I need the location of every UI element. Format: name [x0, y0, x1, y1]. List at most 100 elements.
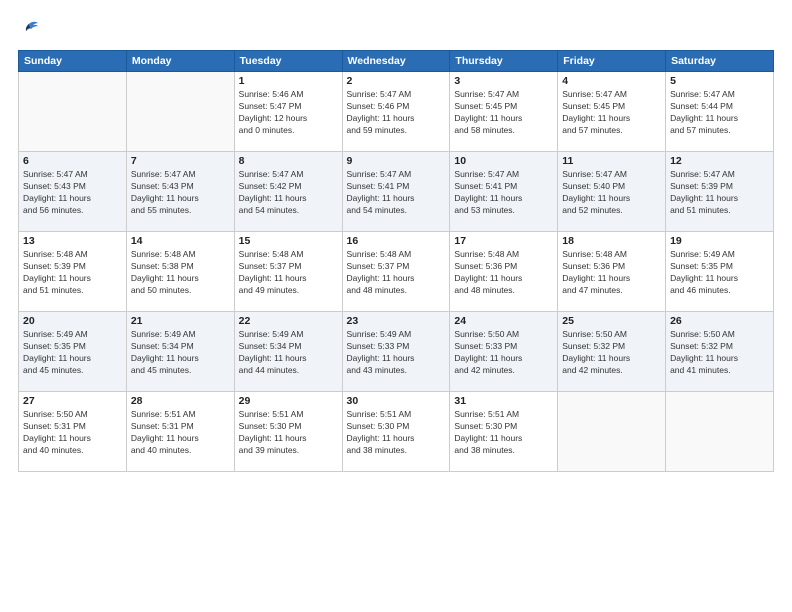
day-number: 18 [562, 235, 661, 247]
calendar-cell: 20 Sunrise: 5:49 AM Sunset: 5:35 PM Dayli… [19, 312, 127, 392]
day-info: Sunrise: 5:48 AM Sunset: 5:37 PM Dayligh… [347, 249, 446, 297]
calendar-cell: 1 Sunrise: 5:46 AM Sunset: 5:47 PM Daylig… [234, 72, 342, 152]
day-number: 4 [562, 75, 661, 87]
header [18, 18, 774, 40]
calendar-cell: 11 Sunrise: 5:47 AM Sunset: 5:40 PM Dayli… [558, 152, 666, 232]
weekday-header: Thursday [450, 51, 558, 72]
calendar-cell: 14 Sunrise: 5:48 AM Sunset: 5:38 PM Dayli… [126, 232, 234, 312]
calendar-cell: 2Sunrise: 5:47 AM Sunset: 5:46 PM Daylig… [342, 72, 450, 152]
day-number: 14 [131, 235, 230, 247]
day-number: 23 [347, 315, 446, 327]
day-number: 21 [131, 315, 230, 327]
day-info: Sunrise: 5:49 AM Sunset: 5:33 PM Dayligh… [347, 329, 446, 377]
calendar-cell: 18 Sunrise: 5:48 AM Sunset: 5:36 PM Dayli… [558, 232, 666, 312]
day-info: Sunrise: 5:49 AM Sunset: 5:34 PM Dayligh… [131, 329, 230, 377]
day-info: Sunrise: 5:50 AM Sunset: 5:31 PM Dayligh… [23, 409, 122, 457]
day-info: Sunrise: 5:48 AM Sunset: 5:37 PM Dayligh… [239, 249, 338, 297]
day-number: 2 [347, 75, 446, 87]
day-info: Sunrise: 5:51 AM Sunset: 5:30 PM Dayligh… [454, 409, 553, 457]
calendar-cell: 26 Sunrise: 5:50 AM Sunset: 5:32 PM Dayli… [666, 312, 774, 392]
calendar-header-row: SundayMondayTuesdayWednesdayThursdayFrid… [19, 51, 774, 72]
page: SundayMondayTuesdayWednesdayThursdayFrid… [0, 0, 792, 612]
calendar-cell: 16 Sunrise: 5:48 AM Sunset: 5:37 PM Dayli… [342, 232, 450, 312]
day-number: 22 [239, 315, 338, 327]
day-info: Sunrise: 5:49 AM Sunset: 5:34 PM Dayligh… [239, 329, 338, 377]
day-number: 16 [347, 235, 446, 247]
calendar-cell: 13 Sunrise: 5:48 AM Sunset: 5:39 PM Dayli… [19, 232, 127, 312]
weekday-header: Wednesday [342, 51, 450, 72]
calendar-cell: 30Sunrise: 5:51 AM Sunset: 5:30 PM Dayli… [342, 392, 450, 472]
day-info: Sunrise: 5:48 AM Sunset: 5:36 PM Dayligh… [454, 249, 553, 297]
day-info: Sunrise: 5:48 AM Sunset: 5:38 PM Dayligh… [131, 249, 230, 297]
day-info: Sunrise: 5:50 AM Sunset: 5:32 PM Dayligh… [670, 329, 769, 377]
weekday-header: Monday [126, 51, 234, 72]
weekday-header: Sunday [19, 51, 127, 72]
day-number: 11 [562, 155, 661, 167]
calendar-cell [666, 392, 774, 472]
calendar-week-row: 27 Sunrise: 5:50 AM Sunset: 5:31 PM Dayli… [19, 392, 774, 472]
weekday-header: Saturday [666, 51, 774, 72]
day-number: 20 [23, 315, 122, 327]
calendar-cell: 29 Sunrise: 5:51 AM Sunset: 5:30 PM Dayli… [234, 392, 342, 472]
day-info: Sunrise: 5:51 AM Sunset: 5:30 PM Dayligh… [239, 409, 338, 457]
day-number: 26 [670, 315, 769, 327]
day-info: Sunrise: 5:49 AM Sunset: 5:35 PM Dayligh… [23, 329, 122, 377]
calendar: SundayMondayTuesdayWednesdayThursdayFrid… [18, 50, 774, 472]
day-number: 29 [239, 395, 338, 407]
day-info: Sunrise: 5:49 AM Sunset: 5:35 PM Dayligh… [670, 249, 769, 297]
calendar-cell: 27 Sunrise: 5:50 AM Sunset: 5:31 PM Dayli… [19, 392, 127, 472]
day-info: Sunrise: 5:46 AM Sunset: 5:47 PM Dayligh… [239, 89, 338, 137]
day-number: 9 [347, 155, 446, 167]
calendar-cell: 8 Sunrise: 5:47 AM Sunset: 5:42 PM Daylig… [234, 152, 342, 232]
day-number: 25 [562, 315, 661, 327]
calendar-cell: 9 Sunrise: 5:47 AM Sunset: 5:41 PM Daylig… [342, 152, 450, 232]
day-info: Sunrise: 5:47 AM Sunset: 5:41 PM Dayligh… [347, 169, 446, 217]
day-number: 17 [454, 235, 553, 247]
weekday-header: Tuesday [234, 51, 342, 72]
day-info: Sunrise: 5:47 AM Sunset: 5:45 PM Dayligh… [454, 89, 553, 137]
day-info: Sunrise: 5:47 AM Sunset: 5:40 PM Dayligh… [562, 169, 661, 217]
day-info: Sunrise: 5:47 AM Sunset: 5:44 PM Dayligh… [670, 89, 769, 137]
day-number: 13 [23, 235, 122, 247]
day-info: Sunrise: 5:48 AM Sunset: 5:39 PM Dayligh… [23, 249, 122, 297]
weekday-header: Friday [558, 51, 666, 72]
day-number: 6 [23, 155, 122, 167]
day-number: 3 [454, 75, 553, 87]
calendar-cell: 3 Sunrise: 5:47 AM Sunset: 5:45 PM Daylig… [450, 72, 558, 152]
day-number: 5 [670, 75, 769, 87]
day-info: Sunrise: 5:50 AM Sunset: 5:33 PM Dayligh… [454, 329, 553, 377]
day-number: 12 [670, 155, 769, 167]
day-number: 7 [131, 155, 230, 167]
calendar-cell: 31 Sunrise: 5:51 AM Sunset: 5:30 PM Dayli… [450, 392, 558, 472]
day-info: Sunrise: 5:47 AM Sunset: 5:43 PM Dayligh… [131, 169, 230, 217]
day-info: Sunrise: 5:47 AM Sunset: 5:42 PM Dayligh… [239, 169, 338, 217]
calendar-week-row: 1 Sunrise: 5:46 AM Sunset: 5:47 PM Daylig… [19, 72, 774, 152]
day-info: Sunrise: 5:47 AM Sunset: 5:45 PM Dayligh… [562, 89, 661, 137]
calendar-cell: 17 Sunrise: 5:48 AM Sunset: 5:36 PM Dayli… [450, 232, 558, 312]
day-info: Sunrise: 5:50 AM Sunset: 5:32 PM Dayligh… [562, 329, 661, 377]
calendar-cell: 24 Sunrise: 5:50 AM Sunset: 5:33 PM Dayli… [450, 312, 558, 392]
logo [18, 18, 44, 40]
calendar-cell: 6 Sunrise: 5:47 AM Sunset: 5:43 PM Daylig… [19, 152, 127, 232]
day-number: 31 [454, 395, 553, 407]
day-number: 8 [239, 155, 338, 167]
day-info: Sunrise: 5:51 AM Sunset: 5:30 PM Dayligh… [347, 409, 446, 457]
calendar-cell: 12Sunrise: 5:47 AM Sunset: 5:39 PM Dayli… [666, 152, 774, 232]
calendar-cell: 15 Sunrise: 5:48 AM Sunset: 5:37 PM Dayli… [234, 232, 342, 312]
calendar-cell: 25 Sunrise: 5:50 AM Sunset: 5:32 PM Dayli… [558, 312, 666, 392]
logo-icon [18, 18, 40, 40]
day-number: 15 [239, 235, 338, 247]
calendar-week-row: 13 Sunrise: 5:48 AM Sunset: 5:39 PM Dayli… [19, 232, 774, 312]
day-number: 24 [454, 315, 553, 327]
day-info: Sunrise: 5:48 AM Sunset: 5:36 PM Dayligh… [562, 249, 661, 297]
calendar-cell: 28Sunrise: 5:51 AM Sunset: 5:31 PM Dayli… [126, 392, 234, 472]
calendar-cell: 5 Sunrise: 5:47 AM Sunset: 5:44 PM Daylig… [666, 72, 774, 152]
calendar-cell [126, 72, 234, 152]
day-info: Sunrise: 5:51 AM Sunset: 5:31 PM Dayligh… [131, 409, 230, 457]
day-number: 1 [239, 75, 338, 87]
day-number: 27 [23, 395, 122, 407]
calendar-cell [19, 72, 127, 152]
calendar-cell: 19Sunrise: 5:49 AM Sunset: 5:35 PM Dayli… [666, 232, 774, 312]
day-info: Sunrise: 5:47 AM Sunset: 5:43 PM Dayligh… [23, 169, 122, 217]
calendar-cell: 23 Sunrise: 5:49 AM Sunset: 5:33 PM Dayli… [342, 312, 450, 392]
